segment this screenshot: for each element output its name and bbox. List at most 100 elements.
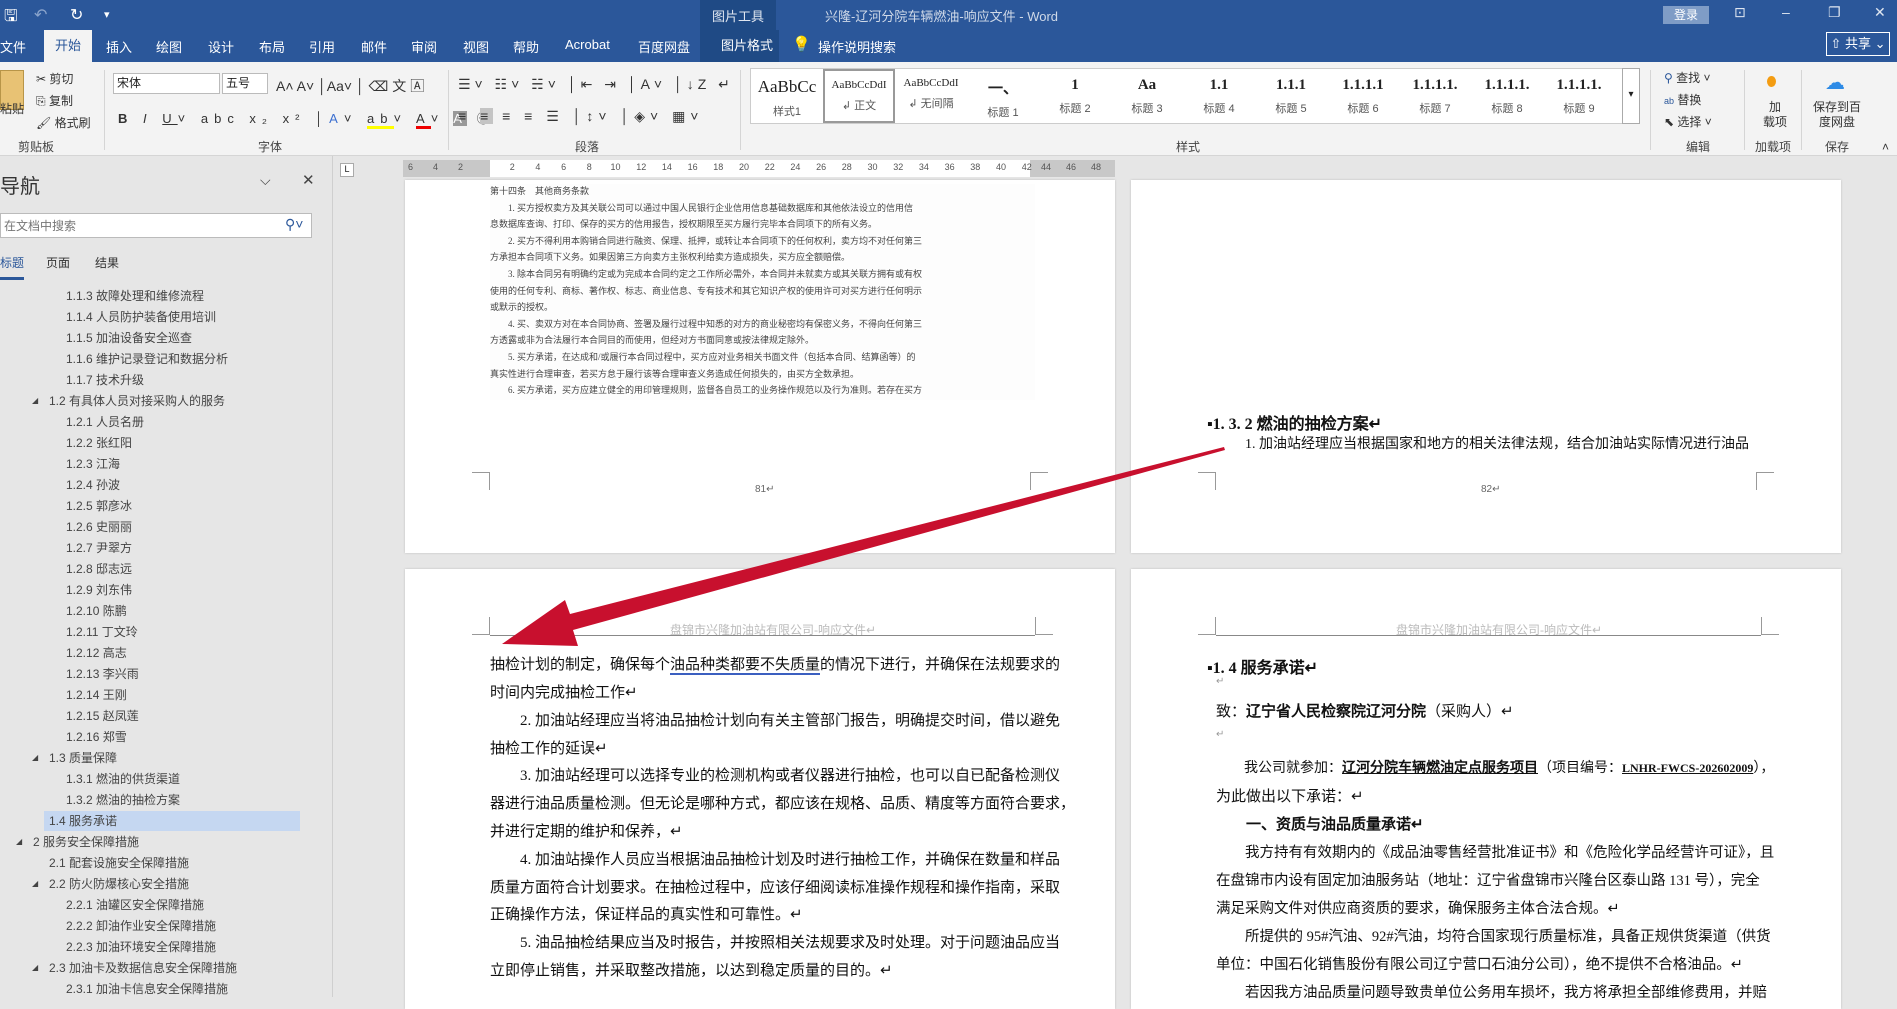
close-icon[interactable]: ✕	[1874, 4, 1886, 21]
nav-item[interactable]: 1.2.4 孙波	[66, 475, 120, 495]
nav-item[interactable]: 1.1.7 技术升级	[66, 370, 144, 390]
tab-picture-format[interactable]: 图片格式	[715, 30, 780, 62]
page-84[interactable]: 盘锦市兴隆加油站有限公司-响应文件↵ ▪1. 4 服务承诺↵ ↵ 致：辽宁省人民…	[1131, 569, 1841, 1009]
tab-insert[interactable]: 插入	[106, 37, 132, 56]
nav-item[interactable]: 2.2.1 油罐区安全保障措施	[66, 895, 204, 915]
tab-references[interactable]: 引用	[309, 37, 335, 56]
alignment-icons[interactable]: ≡ ≡ ≡ ≡ ☰ │↕˅ │◈˅ ▦˅	[458, 108, 703, 125]
style-10[interactable]: 1.1.1.1. 标题 7	[1399, 69, 1471, 123]
nav-item[interactable]: 1.2.12 高志	[66, 643, 127, 663]
style-1[interactable]: AaBbCc 样式1	[751, 69, 823, 123]
nav-tab-pages[interactable]: 页面	[46, 254, 70, 271]
tab-file[interactable]: 文件	[0, 37, 26, 56]
nav-item[interactable]: 1.3.1 燃油的供货渠道	[66, 769, 180, 789]
tab-review[interactable]: 审阅	[411, 37, 437, 56]
format-painter-button[interactable]: 🖌 格式刷	[36, 114, 91, 131]
style-5[interactable]: 1 标题 2	[1039, 69, 1111, 123]
style-2[interactable]: AaBbCcDdI ↲ 正文	[823, 69, 895, 123]
save-to-baidu-button[interactable]: 保存到百度网盘	[1812, 100, 1862, 130]
cut-button[interactable]: ✂ 剪切	[36, 70, 73, 87]
horizontal-ruler[interactable]: 6 4 2 2 4 6 8 10 12 14 16 18 20 22 24 26 28 30 32 34 36 38 40 4…	[403, 160, 1115, 177]
nav-item[interactable]: 1.2.5 郭彦冰	[66, 496, 132, 516]
nav-item[interactable]: 1.2.16 郑雪	[66, 727, 127, 747]
nav-search-input[interactable]	[0, 213, 312, 238]
nav-tab-results[interactable]: 结果	[95, 254, 119, 271]
tab-view[interactable]: 视图	[463, 37, 489, 56]
styles-more-button[interactable]: ▾	[1622, 68, 1640, 124]
style-7[interactable]: 1.1 标题 4	[1183, 69, 1255, 123]
paste-button[interactable]: 粘贴	[0, 100, 24, 117]
nav-item[interactable]: 1.1.4 人员防护装备使用培训	[66, 307, 216, 327]
share-button[interactable]: ⇧ 共享 ⌄	[1826, 32, 1890, 56]
nav-options-chevron-icon[interactable]: ⌵	[260, 172, 271, 189]
nav-item[interactable]: 1.2 有具体人员对接采购人的服务	[49, 391, 225, 411]
replace-button[interactable]: ab 替换	[1664, 91, 1701, 108]
font-size-select[interactable]: 五号	[222, 73, 268, 94]
nav-item[interactable]: 1.2.1 人员名册	[66, 412, 144, 432]
tab-draw[interactable]: 绘图	[156, 37, 182, 56]
nav-item[interactable]: 1.2.2 张红阳	[66, 433, 132, 453]
nav-item[interactable]: 1.2.11 丁文玲	[66, 622, 138, 642]
nav-item[interactable]: 1.2.10 陈鹏	[66, 601, 127, 621]
collapse-triangle-icon[interactable]: ◢	[16, 837, 22, 846]
tab-baidu-netdisk[interactable]: 百度网盘	[638, 37, 690, 56]
nav-item[interactable]: 1.2.9 刘东伟	[66, 580, 132, 600]
style-3[interactable]: AaBbCcDdI ↲ 无间隔	[895, 69, 967, 123]
customize-quick-access-icon[interactable]: ▾	[104, 8, 110, 21]
nav-item[interactable]: 1.2.6 史丽丽	[66, 517, 132, 537]
nav-item[interactable]: 1.2.3 江海	[66, 454, 120, 474]
tab-layout[interactable]: 布局	[259, 37, 285, 56]
nav-item[interactable]: 2 服务安全保障措施	[33, 832, 139, 852]
nav-item[interactable]: 2.2.3 加油环境安全保障措施	[66, 937, 216, 957]
collapse-ribbon-icon[interactable]: ˄	[1882, 140, 1889, 154]
restore-icon[interactable]: ❐	[1828, 4, 1841, 21]
save-icon[interactable]: 🖫	[4, 5, 18, 32]
tell-me-search[interactable]: 操作说明搜索	[818, 37, 896, 56]
style-11[interactable]: 1.1.1.1. 标题 8	[1471, 69, 1543, 123]
find-button[interactable]: ⚲ 查找 ˅	[1664, 69, 1711, 86]
nav-item[interactable]: 1.4 服务承诺	[44, 811, 300, 831]
nav-item[interactable]: 1.2.7 尹翠方	[66, 538, 132, 558]
font-tools-icons[interactable]: A˄ A˅ │Aa˅ │ ⌫ 文 🄰	[276, 76, 424, 96]
nav-item[interactable]: 1.1.6 维护记录登记和数据分析	[66, 349, 228, 369]
nav-item[interactable]: 2.3 加油卡及数据信息安全保障措施	[49, 958, 237, 978]
nav-item[interactable]: 1.2.13 李兴雨	[66, 664, 139, 684]
copy-button[interactable]: ⎘ 复制	[36, 92, 73, 109]
page-81[interactable]: 第十四条 其他商务条款 1. 买方授权卖方及其关联公司可以通过中国人民银行企业信…	[405, 180, 1115, 553]
nav-item[interactable]: 1.2.8 邸志远	[66, 559, 132, 579]
grammar-flagged-text[interactable]: 油品种类都要不失质量	[670, 657, 821, 675]
nav-item[interactable]: 2.1 配套设施安全保障措施	[49, 853, 189, 873]
nav-item[interactable]: 2.2.2 卸油作业安全保障措施	[66, 916, 216, 936]
minimize-icon[interactable]: –	[1782, 4, 1790, 20]
style-4[interactable]: 一、 标题 1	[967, 69, 1039, 123]
nav-item[interactable]: 1.3.2 燃油的抽检方案	[66, 790, 180, 810]
style-6[interactable]: Aa 标题 3	[1111, 69, 1183, 123]
tab-design[interactable]: 设计	[208, 37, 234, 56]
undo-icon[interactable]: ↶	[34, 5, 47, 25]
nav-item[interactable]: 2.2 防火防爆核心安全措施	[49, 874, 189, 894]
style-8[interactable]: 1.1.1 标题 5	[1255, 69, 1327, 123]
tab-acrobat[interactable]: Acrobat	[565, 37, 610, 52]
login-button[interactable]: 登录	[1663, 6, 1709, 24]
nav-item[interactable]: 2.3.1 加油卡信息安全保障措施	[66, 979, 228, 999]
collapse-triangle-icon[interactable]: ◢	[32, 753, 38, 762]
select-button[interactable]: ⬉ 选择 ˅	[1664, 113, 1712, 130]
collapse-triangle-icon[interactable]: ◢	[32, 963, 38, 972]
font-format-icons[interactable]: B I U˅ abc x₂ x² │A˅ ab˅ A˅ A ㊀	[118, 108, 496, 129]
tab-home[interactable]: 开始	[44, 30, 92, 62]
tab-help[interactable]: 帮助	[513, 37, 539, 56]
nav-item[interactable]: 1.2.14 王刚	[66, 685, 127, 705]
tab-selector[interactable]: L	[340, 163, 354, 177]
page-83[interactable]: 盘锦市兴隆加油站有限公司-响应文件↵ 抽检计划的制定，确保每个油品种类都要不失质…	[405, 569, 1115, 1009]
style-9[interactable]: 1.1.1.1 标题 6	[1327, 69, 1399, 123]
search-icon[interactable]: ⚲˅	[285, 216, 303, 233]
tab-mailings[interactable]: 邮件	[361, 37, 387, 56]
nav-item[interactable]: 1.2.15 赵凤莲	[66, 706, 139, 726]
ribbon-display-options-icon[interactable]: ⊡	[1734, 4, 1746, 21]
list-indent-icons[interactable]: ☰˅ ☷˅ ☵˅ │⇤ ⇥ │A˅ │↓Z ↵	[458, 76, 734, 93]
collapse-triangle-icon[interactable]: ◢	[32, 879, 38, 888]
scanned-contract-image[interactable]: 第十四条 其他商务条款 1. 买方授权卖方及其关联公司可以通过中国人民银行企业信…	[490, 184, 1035, 400]
nav-close-icon[interactable]: ✕	[302, 171, 315, 189]
font-name-select[interactable]: 宋体	[113, 73, 220, 94]
nav-item[interactable]: 1.3 质量保障	[49, 748, 117, 768]
